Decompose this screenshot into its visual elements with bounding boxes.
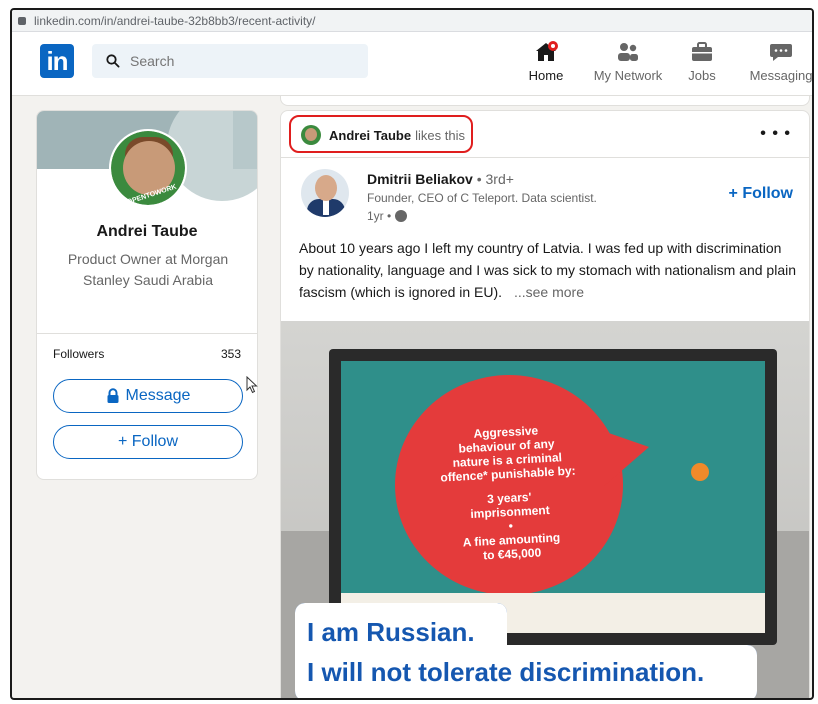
post-image[interactable]: Aggressive behaviour of any nature is a … bbox=[281, 321, 809, 698]
url-text: linkedin.com/in/andrei-taube-32b8bb3/rec… bbox=[34, 13, 316, 28]
connection-degree: • 3rd+ bbox=[476, 171, 514, 187]
tv-screen: Aggressive behaviour of any nature is a … bbox=[329, 349, 777, 645]
nav-network-label: My Network bbox=[593, 68, 663, 83]
nav-jobs[interactable]: Jobs bbox=[682, 40, 722, 83]
people-icon bbox=[615, 40, 641, 64]
mouse-cursor-icon bbox=[246, 375, 258, 399]
nav-home-label: Home bbox=[528, 68, 564, 83]
chat-icon bbox=[768, 40, 794, 64]
followers-count: 353 bbox=[220, 347, 241, 361]
lock-icon bbox=[106, 388, 120, 404]
caption-line-1: I am Russian. bbox=[307, 617, 475, 647]
home-icon bbox=[533, 40, 559, 64]
nav-my-network[interactable]: My Network bbox=[588, 40, 668, 83]
search-input[interactable] bbox=[130, 53, 330, 69]
followers-label: Followers bbox=[53, 347, 105, 361]
nav-messaging[interactable]: Messaging bbox=[746, 40, 813, 83]
author-avatar[interactable] bbox=[301, 169, 349, 217]
nav-messaging-label: Messaging bbox=[749, 68, 813, 83]
sign-text: Aggressive behaviour of any nature is a … bbox=[440, 423, 576, 563]
previous-post-card bbox=[280, 96, 810, 106]
nav-home[interactable]: Home bbox=[524, 40, 568, 83]
card-divider bbox=[37, 333, 257, 334]
profile-follow-button[interactable]: + Follow bbox=[53, 425, 243, 459]
linkedin-logo[interactable]: in bbox=[40, 44, 74, 78]
highlight-annotation bbox=[289, 115, 473, 153]
post-age: 1yr • bbox=[367, 209, 392, 223]
top-nav: in Home bbox=[12, 32, 812, 96]
profile-headline: Product Owner at Morgan Stanley Saudi Ar… bbox=[67, 251, 229, 288]
site-info-icon[interactable] bbox=[18, 16, 26, 25]
post-divider bbox=[281, 157, 809, 158]
post-timestamp: 1yr • bbox=[367, 209, 408, 223]
author-name[interactable]: Dmitrii Beliakov bbox=[367, 171, 473, 187]
profile-follow-label: + Follow bbox=[117, 433, 179, 450]
profile-name[interactable]: Andrei Taube bbox=[37, 223, 257, 241]
profile-avatar[interactable]: #OPENTOWORK bbox=[109, 129, 187, 207]
screenshot-frame: linkedin.com/in/andrei-taube-32b8bb3/rec… bbox=[10, 8, 814, 700]
message-button-label: Message bbox=[125, 387, 191, 404]
see-more-link[interactable]: ...see more bbox=[514, 284, 584, 300]
caption-line-2: I will not tolerate discrimination. bbox=[307, 657, 705, 687]
globe-icon bbox=[395, 210, 408, 222]
briefcase-icon bbox=[689, 40, 715, 64]
author-headline: Founder, CEO of C Teleport. Data scienti… bbox=[367, 191, 597, 205]
feed-post: Andrei Taube likes this • • • Dmitrii Be… bbox=[280, 110, 810, 698]
author-follow-button[interactable]: + Follow bbox=[729, 185, 793, 203]
post-menu-icon[interactable]: • • • bbox=[760, 125, 791, 143]
profile-card: #OPENTOWORK Andrei Taube Product Owner a… bbox=[36, 110, 258, 480]
search-box[interactable] bbox=[92, 44, 368, 78]
address-bar[interactable]: linkedin.com/in/andrei-taube-32b8bb3/rec… bbox=[12, 10, 812, 32]
nav-jobs-label: Jobs bbox=[688, 68, 716, 83]
search-icon bbox=[106, 54, 120, 68]
message-button[interactable]: Message bbox=[53, 379, 243, 413]
author-name-row[interactable]: Dmitrii Beliakov • 3rd+ bbox=[367, 171, 514, 187]
post-text: About 10 years ago I left my country of … bbox=[299, 237, 799, 303]
